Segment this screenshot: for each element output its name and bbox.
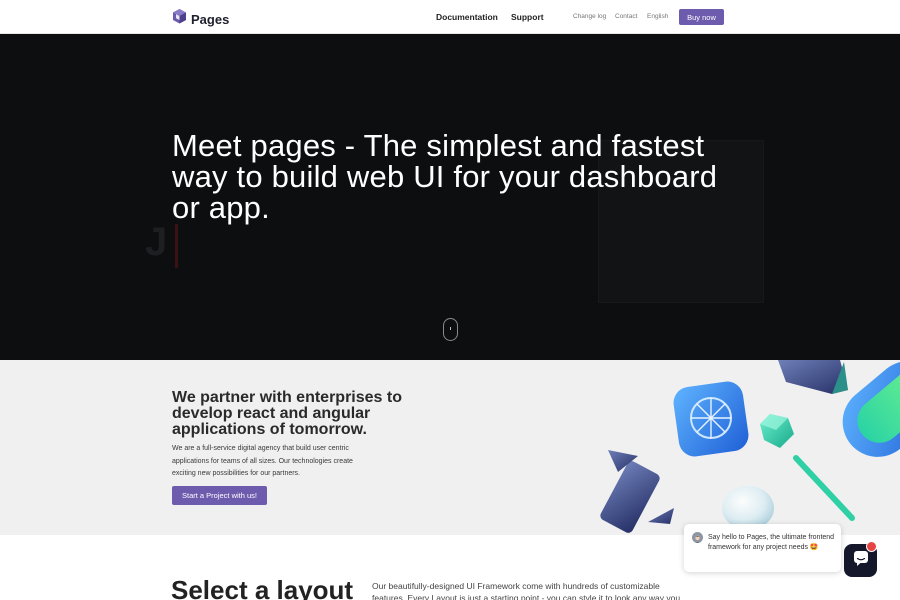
scroll-mouse-wheel xyxy=(450,327,451,330)
teal-stick-shape xyxy=(793,455,855,521)
top-navbar: Pages Documentation Support Change log C… xyxy=(0,0,900,34)
partner-heading: We partner with enterprises to develop r… xyxy=(172,389,402,438)
nav-link-documentation[interactable]: Documentation xyxy=(436,12,498,22)
brand[interactable]: Pages xyxy=(173,9,229,29)
chat-notification-badge xyxy=(866,541,877,552)
hero-title: Meet pages - The simplest and fastest wa… xyxy=(172,128,718,225)
teal-gem-shape xyxy=(760,414,794,448)
start-project-button[interactable]: Start a Project with us! xyxy=(172,486,267,505)
partner-description: We are a full-service digital agency tha… xyxy=(172,445,353,477)
scroll-mouse-icon[interactable] xyxy=(443,318,458,341)
navy-tile-shape xyxy=(600,461,660,533)
navy-triangle-bottom xyxy=(648,508,674,524)
chat-agent-avatar xyxy=(692,532,703,543)
layout-section-title: Select a layout xyxy=(171,575,354,600)
cube-logo-icon xyxy=(173,9,186,29)
navy-block-top xyxy=(778,360,848,394)
buy-now-button[interactable]: Buy now xyxy=(679,9,724,25)
layout-section-description: Our beautifully-designed UI Framework co… xyxy=(372,581,681,600)
hero-section: J Meet pages - The simplest and fastest … xyxy=(0,34,900,360)
chat-greeting-bubble[interactable]: Say hello to Pages, the ultimate fronten… xyxy=(684,524,841,572)
nav-link-support[interactable]: Support xyxy=(511,12,544,22)
chat-bubble-icon xyxy=(853,550,869,571)
3d-shapes-illustration xyxy=(600,360,900,533)
nav-link-change-log[interactable]: Change log xyxy=(573,13,606,20)
hero-background-letter: J xyxy=(145,220,168,264)
hero-background-bar xyxy=(175,224,178,268)
chat-greeting-text: Say hello to Pages, the ultimate fronten… xyxy=(708,534,835,551)
brand-name: Pages xyxy=(191,11,230,27)
nav-link-contact[interactable]: Contact xyxy=(615,13,637,20)
blue-app-icon-shape xyxy=(673,381,749,457)
language-selector[interactable]: English xyxy=(647,13,668,20)
partner-section: We partner with enterprises to develop r… xyxy=(0,360,900,535)
